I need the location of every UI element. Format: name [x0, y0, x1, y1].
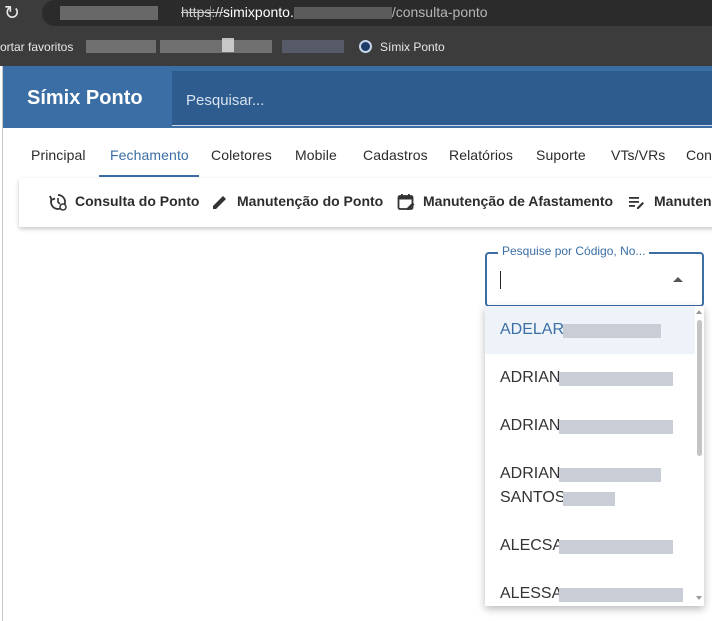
pencil-icon — [213, 196, 226, 209]
scroll-up-arrow-icon[interactable] — [696, 310, 702, 314]
tab-suporte[interactable]: Suporte — [536, 147, 586, 163]
redacted-region — [559, 420, 673, 434]
tab-cons[interactable]: Cons — [686, 147, 712, 163]
active-tab-indicator — [99, 175, 199, 177]
tab-vts-vrs[interactable]: VTs/VRs — [611, 147, 665, 163]
address-url[interactable]: https://simixponto. /consulta-ponto — [181, 4, 488, 20]
url-scheme: https:// — [181, 4, 224, 20]
bookmarks-bar: ortar favoritos Símix Ponto — [0, 28, 712, 66]
calendar-edit-icon — [397, 194, 415, 210]
redacted-region — [160, 40, 272, 53]
option-item[interactable]: ADRIAN — [485, 402, 695, 450]
redacted-region — [86, 40, 156, 53]
redacted-region — [293, 7, 392, 20]
search-input[interactable] — [184, 87, 688, 113]
bookmark-item-simix[interactable]: Símix Ponto — [380, 40, 445, 54]
url-path: /consulta-ponto — [391, 4, 488, 20]
option-item[interactable]: ALECSA — [485, 522, 695, 570]
submenu-consulta-ponto[interactable]: Consulta do Ponto — [75, 193, 199, 209]
main-tabs: Principal Fechamento Coletores Mobile Ca… — [3, 128, 712, 178]
tab-cadastros[interactable]: Cadastros — [363, 147, 428, 163]
redacted-region — [563, 492, 615, 506]
redacted-region — [559, 540, 673, 554]
tab-fechamento[interactable]: Fechamento — [110, 147, 189, 163]
tab-mobile[interactable]: Mobile — [295, 147, 337, 163]
option-label: ALECSA — [500, 537, 564, 554]
tab-principal[interactable]: Principal — [31, 147, 86, 163]
tab-coletores[interactable]: Coletores — [211, 147, 272, 163]
submenu-manutencao-more[interactable]: Manuten — [654, 193, 712, 209]
redacted-region — [559, 372, 673, 386]
option-item[interactable]: ADRIAN — [485, 354, 695, 402]
option-label: ADRIAN — [500, 417, 561, 434]
redacted-region — [559, 468, 661, 482]
redacted-region — [60, 6, 158, 20]
employee-search-field[interactable] — [485, 252, 704, 307]
redacted-region — [563, 324, 661, 338]
scroll-down-arrow-icon[interactable] — [696, 596, 702, 600]
url-host: simixponto. — [223, 4, 294, 20]
brand-title[interactable]: Símix Ponto — [27, 87, 143, 110]
list-edit-icon — [629, 197, 644, 209]
submenu-manutencao-ponto[interactable]: Manutenção do Ponto — [237, 193, 383, 209]
app-window: Símix Ponto Principal Fechamento Coletor… — [2, 66, 712, 621]
option-item[interactable]: ALESSA — [485, 570, 695, 606]
app-bar: Símix Ponto — [3, 66, 712, 128]
option-label: ADRIAN — [500, 465, 561, 482]
option-label: ADRIAN — [500, 369, 561, 386]
global-search — [172, 71, 712, 126]
scrollbar-thumb[interactable] — [697, 320, 702, 456]
tab-relatorios[interactable]: Relatórios — [449, 147, 513, 163]
option-label: ADELAR — [500, 321, 565, 338]
submenu-bar: Consulta do Ponto Manutenção do Ponto Ma… — [19, 178, 712, 227]
option-label-line2: SANTOS — [500, 489, 566, 506]
reload-icon[interactable]: ↻ — [4, 2, 20, 24]
bookmark-item-import[interactable]: ortar favoritos — [0, 40, 73, 54]
history-settings-icon — [49, 194, 67, 211]
redacted-region — [282, 40, 344, 53]
option-item[interactable]: ADRIAN SANTOS — [485, 450, 695, 522]
option-label: ALESSA — [500, 585, 563, 602]
employee-options-list: ADELAR ADRIAN ADRIAN ADRIAN SANTOS ALECS… — [485, 306, 704, 606]
simix-favicon-icon — [359, 40, 372, 53]
option-item[interactable]: ADELAR — [485, 306, 695, 354]
employee-search-label: Pesquise por Código, No... — [498, 244, 650, 258]
dropdown-arrow-icon[interactable] — [673, 277, 683, 282]
browser-address-row: ↻ https://simixponto. /consulta-ponto — [0, 0, 712, 28]
redacted-region — [222, 38, 234, 52]
submenu-manutencao-afastamento[interactable]: Manutenção de Afastamento — [423, 193, 613, 209]
text-caret — [500, 271, 501, 289]
redacted-region — [559, 588, 683, 602]
